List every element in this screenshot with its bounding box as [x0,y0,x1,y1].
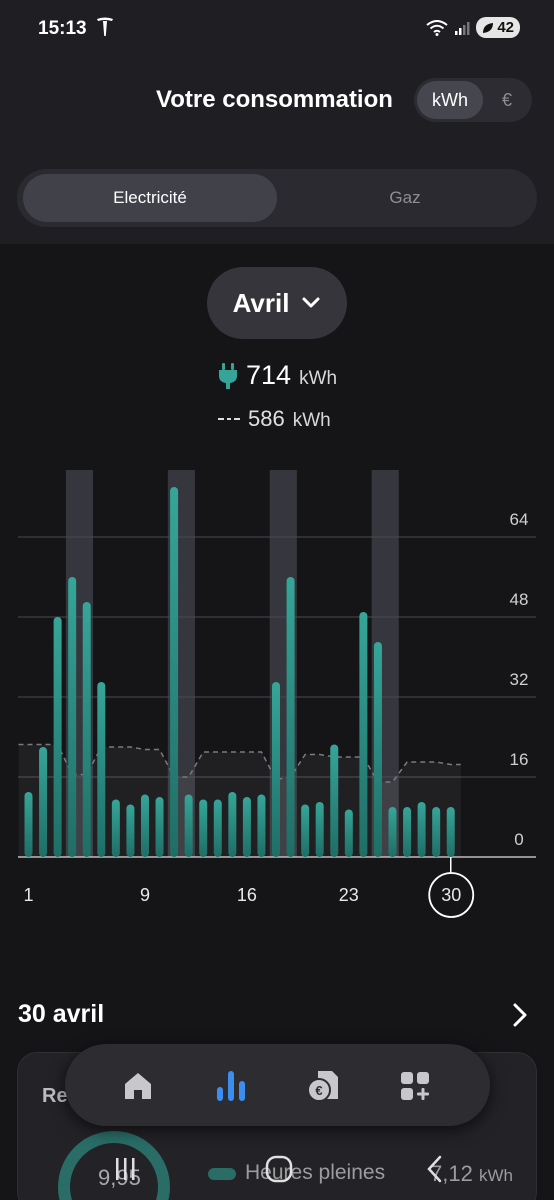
bar-day-11 [170,487,179,857]
x-tick-label: 16 [237,885,257,905]
month-selector[interactable]: Avril [207,267,347,339]
bar-day-24 [359,612,368,857]
tab-gaz[interactable]: Gaz [279,174,531,222]
home-button-icon[interactable] [264,1152,294,1186]
unit-option-euro[interactable]: € [486,81,528,119]
status-icons: 42 [426,17,520,38]
bar-day-18 [272,682,281,857]
add-widget-icon [401,1072,429,1100]
bar-day-17 [257,794,266,857]
nav-billing[interactable]: € [303,1066,343,1106]
y-tick-label: 48 [510,590,529,609]
bar-day-8 [126,804,135,857]
bar-day-7 [111,799,120,857]
reference-unit: kWh [292,410,331,431]
bottom-navigation: € [65,1044,490,1126]
bar-day-22 [330,744,339,857]
status-time: 15:13 [38,18,87,39]
bar-day-3 [53,617,62,857]
month-label: Avril [232,287,290,318]
bar-day-10 [155,797,164,857]
bar-day-4 [68,577,77,857]
bar-day-14 [213,799,222,857]
bar-day-25 [373,642,382,857]
bar-day-9 [140,794,149,857]
leaf-icon [483,22,494,33]
energy-tabs: Electricité Gaz [17,169,537,227]
tab-electricite[interactable]: Electricité [23,174,277,222]
wifi-icon [426,19,448,36]
nav-home[interactable] [118,1066,158,1106]
bar-day-2 [39,747,48,857]
bar-day-5 [82,602,91,857]
chevron-right-icon[interactable] [508,1002,532,1028]
euro-document-icon: € [307,1071,338,1102]
unit-toggle: kWh € [414,78,532,122]
system-navigation [0,1140,554,1200]
chevron-down-icon [302,297,320,308]
bar-day-15 [228,792,237,857]
selected-day-title: 30 avril [18,1000,105,1028]
consumption-reference: 586 kWh [218,406,331,432]
home-icon [125,1073,151,1099]
total-value: 714 [246,360,292,390]
consumption-total: 714 kWh [218,360,337,391]
tesla-icon [97,17,113,36]
unit-option-kwh[interactable]: kWh [417,81,483,119]
bar-day-29 [432,807,441,857]
y-tick-label: 0 [514,830,523,849]
bar-day-28 [417,802,426,857]
total-unit: kWh [299,368,338,389]
nav-consumption[interactable] [211,1066,251,1106]
x-tick-label: 23 [339,885,359,905]
x-tick-label: 9 [140,885,150,905]
consumption-chart[interactable]: 0 16 32 48 64 1 9 16 23 30 [0,460,554,930]
y-tick-label: 16 [510,750,529,769]
bar-day-27 [403,807,412,857]
bar-day-6 [97,682,106,857]
page-title: Votre consommation [156,86,393,113]
y-tick-label: 32 [510,670,529,689]
battery-level: 42 [497,19,514,36]
recent-apps-icon[interactable] [110,1152,140,1186]
status-bar: 15:13 42 [0,0,554,60]
x-tick-label: 30 [441,885,461,905]
bar-day-21 [315,802,324,857]
bar-day-20 [301,804,310,857]
bar-day-30 [446,807,455,857]
back-icon[interactable] [420,1152,450,1186]
svg-text:€: € [315,1083,322,1098]
card-title: Re [42,1085,68,1107]
dashed-line-icon [218,418,240,420]
y-tick-label: 64 [510,510,529,529]
bar-day-16 [242,797,251,857]
bar-day-13 [199,799,208,857]
bar-day-26 [388,807,397,857]
bar-day-12 [184,794,193,857]
battery-indicator: 42 [476,17,520,38]
nav-more[interactable] [395,1066,435,1106]
bar-day-23 [344,809,353,857]
bar-day-19 [286,577,295,857]
chart-icon [217,1071,245,1101]
signal-icon [455,21,470,35]
plug-icon [219,362,237,389]
reference-value: 586 [248,406,285,431]
bar-day-1 [24,792,33,857]
x-tick-label: 1 [23,885,33,905]
